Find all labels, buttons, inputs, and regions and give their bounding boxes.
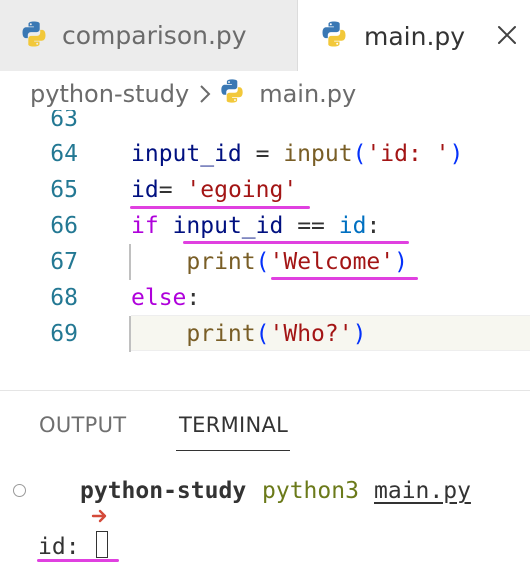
terminal-input-prompt: id: [38,534,80,560]
code-token: id [338,213,367,239]
line-number: 63 [50,110,78,132]
code-token: ( [352,141,367,167]
code-token: input_id [172,213,284,239]
tab-label: main.py [364,21,466,51]
line-number: 67 [50,249,78,275]
highlight-underline [271,277,418,280]
terminal-command: python3 [262,478,359,504]
line-code: print('Welcome') [131,249,408,275]
line-number: 64 [50,141,78,167]
close-icon[interactable] [494,22,520,48]
code-token: ) [352,321,367,347]
code-token: id [131,177,159,203]
line-code: input_id = input('id: ') [131,141,463,167]
circle-icon [13,484,26,497]
python-icon [20,20,48,52]
code-line: 63 [0,110,530,137]
terminal-cursor [96,531,108,558]
panel-divider [0,390,530,391]
breadcrumb-folder[interactable]: python-study [30,80,189,108]
tab-output[interactable]: OUTPUT [39,413,126,437]
tab-main-py[interactable]: main.py [298,0,530,72]
code-line: 64 input_id = input('id: ') [0,136,530,172]
code-token: = [158,177,187,203]
tab-label: comparison.py [62,21,247,50]
code-token: ( [255,321,270,347]
code-token: print [186,321,256,347]
line-code: print('Who?') [131,321,366,347]
highlight-underline [37,559,119,562]
code-token: 'id: ' [366,141,450,167]
breadcrumb-file-label: main.py [259,80,357,108]
active-tab-indicator [176,450,290,451]
code-token: 'egoing' [186,177,298,203]
python-icon [320,20,348,52]
line-code: id= 'egoing' [131,177,297,203]
tab-comparison-py[interactable]: comparison.py [0,0,298,71]
code-token: ( [255,249,270,275]
code-token: : [186,285,201,311]
code-token: : [366,213,381,239]
code-editor[interactable]: 63 64 input_id = input('id: ') 65 id= 'e… [0,110,530,390]
code-token: ) [449,141,464,167]
code-token: 'Welcome' [269,249,395,275]
code-token: 'Who?' [269,321,353,347]
code-line: 68 else: [0,280,530,316]
code-line: 65 id= 'egoing' [0,172,530,208]
line-number: 69 [50,321,78,347]
line-number: 65 [50,177,78,203]
breadcrumb-file[interactable]: main.py [219,78,356,110]
code-token: if [131,213,159,239]
code-token: print [186,249,256,275]
code-line: 67 print('Welcome') [0,244,530,280]
code-line: 69 print('Who?') [0,316,530,352]
code-token: ) [394,249,408,275]
code-line: 66 if input_id == id: [0,208,530,244]
terminal-file-link[interactable]: main.py [374,478,471,504]
line-number: 66 [50,213,78,239]
code-token: input_id [131,141,242,167]
code-token: else [131,285,187,311]
line-code: if input_id == id: [131,213,380,239]
editor-tab-bar: comparison.py main.py [0,0,530,72]
tab-terminal[interactable]: TERMINAL [179,413,288,437]
terminal-cwd: python-study [80,478,247,504]
code-token: input [283,141,353,167]
chevron-right-icon [199,84,211,104]
code-token: == [283,213,339,239]
highlight-underline [183,241,409,244]
line-number: 68 [50,285,78,311]
highlight-underline [130,206,310,209]
python-icon [219,78,245,110]
terminal-prompt-line: python-study python3 main.py [0,475,530,523]
code-token: = [241,141,284,167]
line-code: else: [131,285,200,311]
